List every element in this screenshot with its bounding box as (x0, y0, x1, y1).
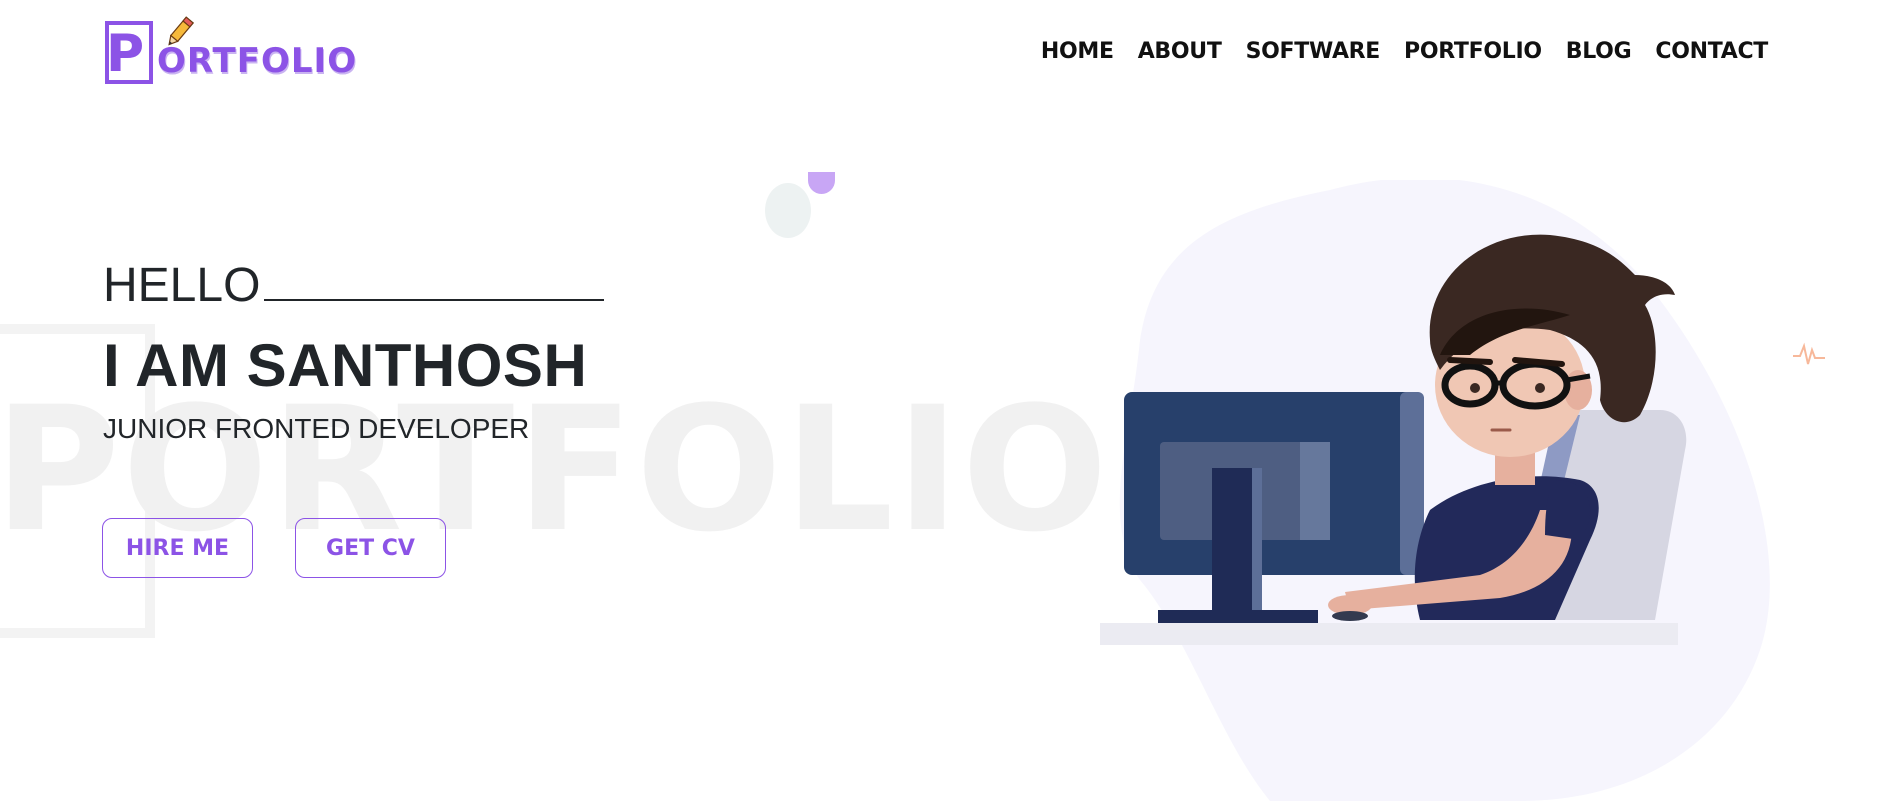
logo-first-letter: P (106, 24, 145, 84)
monitor-stand-side (1252, 468, 1262, 616)
main-nav: HOME ABOUT SOFTWARE PORTFOLIO BLOG CONTA… (1029, 38, 1768, 66)
hero-name: I AM SANTHOSH (103, 332, 588, 399)
greeting-text: HELLO (103, 259, 261, 312)
nav-home[interactable]: HOME (1029, 38, 1126, 66)
developer-illustration (1100, 180, 1770, 801)
greeting-underline (264, 263, 605, 301)
decor-blob (765, 183, 811, 238)
hire-me-button[interactable]: HIRE ME (102, 518, 253, 578)
site-logo[interactable]: P ORTFOLIO (103, 14, 356, 92)
hero-role: JUNIOR FRONTED DEVELOPER (103, 413, 530, 444)
decor-dot (808, 172, 835, 194)
pencil-icon (168, 16, 194, 46)
monitor-window-2 (1300, 442, 1330, 540)
brow-left (1447, 357, 1493, 365)
brow-right (1512, 357, 1565, 367)
nav-contact[interactable]: CONTACT (1643, 38, 1768, 66)
nav-about[interactable]: ABOUT (1126, 38, 1234, 66)
nav-portfolio[interactable]: PORTFOLIO (1392, 38, 1554, 66)
hero-greeting: HELLO (103, 258, 605, 314)
monitor-stand (1212, 468, 1252, 616)
eye-left (1470, 383, 1480, 393)
get-cv-button[interactable]: GET CV (295, 518, 446, 578)
desk (1100, 623, 1678, 645)
eye-right (1535, 383, 1545, 393)
monitor-base (1158, 610, 1318, 623)
nav-blog[interactable]: BLOG (1554, 38, 1644, 66)
mouse (1332, 611, 1368, 621)
nav-software[interactable]: SOFTWARE (1234, 38, 1392, 66)
